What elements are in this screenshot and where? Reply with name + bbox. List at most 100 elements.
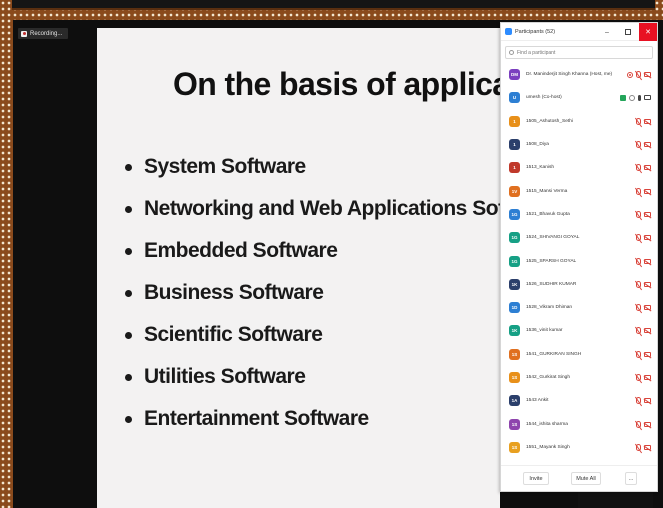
participant-row[interactable]: 1S 1541_GURKIRAN SINGH xyxy=(501,343,657,366)
avatar: 1S xyxy=(509,418,520,430)
video-off-icon[interactable] xyxy=(644,211,651,217)
mic-on-icon[interactable] xyxy=(638,94,641,101)
participant-search[interactable] xyxy=(505,46,653,59)
status-icon xyxy=(629,94,635,101)
mic-muted-icon[interactable] xyxy=(636,141,641,149)
slide-bullet-text: Business Software xyxy=(144,281,324,304)
video-area-corner xyxy=(578,492,653,508)
panel-titlebar: Participants (52) – ✕ xyxy=(501,23,657,41)
mic-muted-icon[interactable] xyxy=(636,187,641,195)
mute-all-button[interactable]: Mute All xyxy=(571,472,601,485)
participant-name: 1515_Mansi Verma xyxy=(526,188,568,194)
mic-muted-icon[interactable] xyxy=(636,257,641,265)
participant-name: 1536_vinit kumar xyxy=(526,328,563,334)
participant-row[interactable]: DM Dr. Maninderjit Singh Khanna (Host, m… xyxy=(501,63,657,86)
mic-muted-icon[interactable] xyxy=(636,164,641,172)
mic-muted-icon[interactable] xyxy=(636,117,641,125)
participant-name: 1528_Vikram Dhiman xyxy=(526,305,573,311)
maximize-button[interactable] xyxy=(620,23,636,41)
recording-label: Recording... xyxy=(30,30,63,37)
slide-bullet-text: System Software xyxy=(144,155,306,178)
participant-row[interactable]: 1A 1543 Ankit xyxy=(501,389,657,412)
participant-name: 1508_Diya xyxy=(526,142,549,148)
participant-status xyxy=(636,374,651,381)
mic-muted-icon[interactable] xyxy=(636,443,641,451)
participant-name: umesh (Co-host) xyxy=(526,95,562,101)
slide-bullet: Entertainment Software xyxy=(125,398,500,440)
participant-row[interactable]: 1S 1542_Gurkirat Singh xyxy=(501,366,657,389)
mic-muted-icon[interactable] xyxy=(636,350,641,358)
slide-bullet-text: Networking and Web Applications Softw xyxy=(144,197,500,220)
panel-footer: Invite Mute All ... xyxy=(501,465,657,491)
participant-row[interactable]: 1 1513_Kanish xyxy=(501,156,657,179)
mic-muted-icon[interactable] xyxy=(636,304,641,312)
participant-row[interactable]: 1 1505_Ashutosh_Sethi xyxy=(501,110,657,133)
participant-row[interactable]: 1G 1525_SPARSH GOYAL xyxy=(501,249,657,272)
video-off-icon[interactable] xyxy=(644,72,651,78)
top-window-strip xyxy=(12,0,655,10)
video-off-icon[interactable] xyxy=(644,375,651,380)
mic-muted-icon[interactable] xyxy=(636,327,641,335)
participant-name: 1543 Ankit xyxy=(526,398,549,404)
avatar: 1 xyxy=(509,139,520,151)
bullet-icon xyxy=(125,373,132,381)
avatar: 1G xyxy=(509,208,520,220)
mic-muted-icon[interactable] xyxy=(636,420,641,428)
slide-bullet-text: Entertainment Software xyxy=(144,407,369,430)
mic-muted-icon[interactable] xyxy=(636,374,641,381)
mic-muted-icon[interactable] xyxy=(636,234,641,242)
close-button[interactable]: ✕ xyxy=(639,23,657,41)
participant-name: 1505_Ashutosh_Sethi xyxy=(526,118,573,124)
video-off-icon[interactable] xyxy=(644,328,651,334)
video-off-icon[interactable] xyxy=(644,398,651,404)
zoom-app-icon xyxy=(505,28,512,35)
video-off-icon[interactable] xyxy=(644,188,651,194)
avatar: 1G xyxy=(509,255,520,267)
more-options-button[interactable]: ... xyxy=(625,472,637,485)
participant-row[interactable]: 1K 1536_vinit kumar xyxy=(501,319,657,342)
mic-muted-icon[interactable] xyxy=(636,71,641,79)
slide-bullet-list: System Software Networking and Web Appli… xyxy=(125,146,500,440)
video-off-icon[interactable] xyxy=(644,444,651,450)
mic-muted-icon[interactable] xyxy=(636,210,641,218)
video-icon[interactable] xyxy=(644,95,651,101)
minimize-button[interactable]: – xyxy=(599,23,615,41)
participant-status xyxy=(636,420,651,428)
video-off-icon[interactable] xyxy=(644,165,651,171)
video-off-icon[interactable] xyxy=(644,305,651,311)
avatar: 1V xyxy=(509,185,520,197)
video-off-icon[interactable] xyxy=(644,118,651,124)
participant-row[interactable]: 1D 1528_Vikram Dhiman xyxy=(501,296,657,319)
video-off-icon[interactable] xyxy=(644,421,651,427)
participant-status xyxy=(636,234,651,242)
participant-row[interactable]: 1S 1551_Mayank Singh xyxy=(501,436,657,459)
shared-slide: On the basis of application System Softw… xyxy=(97,28,500,508)
recording-indicator[interactable]: Recording... xyxy=(18,28,68,39)
participant-status xyxy=(636,141,651,149)
slide-bullet: Embedded Software xyxy=(125,230,500,272)
participant-list: DM Dr. Maninderjit Singh Khanna (Host, m… xyxy=(501,63,657,459)
video-off-icon[interactable] xyxy=(644,258,651,264)
invite-button[interactable]: Invite xyxy=(523,472,549,485)
participant-row[interactable]: 1K 1526_SUDHIR KUMAR xyxy=(501,273,657,296)
screen-share-icon xyxy=(620,94,626,101)
video-off-icon[interactable] xyxy=(644,235,651,241)
avatar: 1 xyxy=(509,115,520,127)
participant-name: 1541_GURKIRAN SINGH xyxy=(526,351,582,357)
participant-row[interactable]: 1G 1524_SHIVANGI GOYAL xyxy=(501,226,657,249)
participant-row[interactable]: 1G 1521_Bhavuk Gupta xyxy=(501,203,657,226)
participant-row[interactable]: U umesh (Co-host) xyxy=(501,86,657,109)
mic-muted-icon[interactable] xyxy=(636,397,641,405)
participant-row[interactable]: 1S 1544_ishita sharma xyxy=(501,412,657,435)
bullet-icon xyxy=(125,289,132,297)
video-off-icon[interactable] xyxy=(644,142,651,148)
participant-row[interactable]: 1V 1515_Mansi Verma xyxy=(501,179,657,202)
mic-muted-icon[interactable] xyxy=(636,280,641,288)
search-input[interactable] xyxy=(517,49,647,56)
video-off-icon[interactable] xyxy=(644,281,651,287)
participant-name: 1542_Gurkirat Singh xyxy=(526,375,570,380)
video-off-icon[interactable] xyxy=(644,351,651,357)
participant-row[interactable]: 1 1508_Diya xyxy=(501,133,657,156)
participant-name: 1526_SUDHIR KUMAR xyxy=(526,281,577,287)
bullet-icon xyxy=(125,163,132,171)
